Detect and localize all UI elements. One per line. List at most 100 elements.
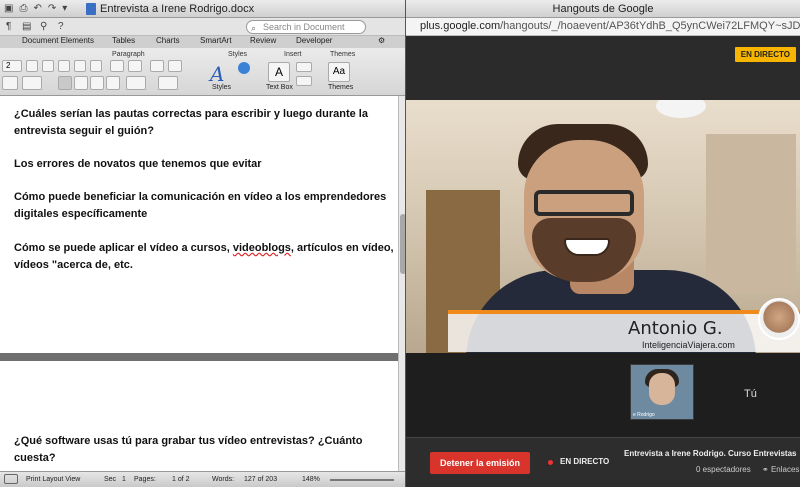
stop-broadcast-button[interactable]: Detener la emisión [430, 452, 530, 474]
tab-review[interactable]: Review [250, 36, 276, 45]
live-dot-icon [548, 460, 553, 465]
decrease-indent-icon[interactable] [74, 60, 86, 72]
search-icon: ⌕ [251, 23, 257, 33]
ribbon: Paragraph Styles Insert Themes 2 A Style… [0, 48, 405, 96]
save-icon[interactable]: ▣ [4, 3, 13, 14]
align-left-icon[interactable] [58, 76, 72, 90]
align-right-icon[interactable] [90, 76, 104, 90]
status-bar: Print Layout View Sec 1 Pages: 1 of 2 Wo… [0, 471, 405, 487]
live-badge: EN DIRECTO [734, 47, 796, 62]
quick-toolbar: ▣ ⎙ ↶ ↷ ▾ [4, 3, 67, 14]
picture-icon[interactable] [296, 76, 312, 86]
hangouts-window-title: Hangouts de Google [406, 0, 800, 18]
self-view-label[interactable]: Tú [744, 388, 757, 400]
tab-smartart[interactable]: SmartArt [200, 36, 232, 45]
ceiling-lamp [656, 100, 706, 118]
paragraph-1: ¿Cuáles serían las pautas correctas para… [14, 108, 368, 137]
links-button[interactable]: ⚭ Enlaces [762, 465, 799, 474]
help-icon[interactable]: ? [58, 21, 64, 32]
tab-tables[interactable]: Tables [112, 36, 135, 45]
paragraph-3: Cómo puede beneficiar la comunicación en… [14, 191, 387, 220]
search-placeholder: Search in Document [263, 22, 345, 32]
themes-button[interactable]: Themes [328, 84, 353, 91]
words-value: 127 of 203 [244, 476, 278, 483]
presenter-name: Antonio G. [628, 318, 723, 339]
paragraph-5: ¿Qué software usas tú para grabar tus ví… [14, 435, 363, 464]
presenter-smile [564, 238, 610, 256]
search-input[interactable]: ⌕ Search in Document [246, 20, 366, 34]
group-insert-label: Insert [284, 51, 302, 58]
word-titlebar: ▣ ⎙ ↶ ↷ ▾ Entrevista a Irene Rodrigo.doc… [0, 0, 405, 18]
tab-developer[interactable]: Developer [296, 36, 332, 45]
section-label: Sec [104, 476, 117, 483]
text-color-icon[interactable] [2, 76, 18, 90]
customize-icon[interactable]: ▾ [62, 3, 67, 14]
zoom-icon[interactable]: ⚲ [40, 21, 47, 32]
highlight-icon[interactable] [22, 76, 42, 90]
paragraph-4: Cómo se puede aplicar el vídeo a cursos,… [14, 240, 398, 274]
pages-value: 1 of 2 [172, 476, 190, 483]
broadcast-bar: Detener la emisión EN DIRECTO Entrevista… [406, 437, 800, 487]
document-page[interactable]: ¿Cuáles serían las pautas correctas para… [0, 96, 398, 353]
view-mode[interactable]: Print Layout View [26, 476, 80, 483]
outline-list-icon[interactable] [58, 60, 70, 72]
live-status: EN DIRECTO [560, 457, 610, 466]
text-box-button[interactable]: Text Box [266, 84, 293, 91]
borders-icon[interactable] [168, 60, 182, 72]
document-page-2[interactable]: ¿Qué software usas tú para grabar tus ví… [0, 361, 398, 471]
url-host: plus.google.com [420, 20, 501, 32]
links-label: Enlaces [770, 465, 800, 474]
paragraph-2: Los errores de novatos que tenemos que e… [14, 158, 262, 170]
increase-indent-icon[interactable] [90, 60, 102, 72]
style-options-icon[interactable] [238, 62, 250, 74]
styles-button[interactable]: Styles [212, 84, 231, 91]
font-size-field[interactable]: 2 [2, 60, 22, 72]
shape-icon[interactable] [296, 62, 312, 72]
zoom-slider[interactable] [330, 479, 394, 481]
zoom-value: 148% [302, 476, 320, 483]
text-box-icon[interactable]: A [268, 62, 290, 82]
bullet-list-icon[interactable] [26, 60, 38, 72]
hangouts-window: Hangouts de Google plus.google.com/hango… [406, 0, 800, 487]
numbered-list-icon[interactable] [42, 60, 54, 72]
section-value: 1 [122, 476, 126, 483]
themes-icon[interactable]: Aa [328, 62, 350, 82]
pages-label: Pages: [134, 476, 156, 483]
tab-charts[interactable]: Charts [156, 36, 180, 45]
sidebar-icon[interactable]: ▤ [22, 21, 31, 32]
group-styles-label: Styles [228, 51, 248, 58]
document-icon [86, 3, 96, 15]
main-video[interactable]: Antonio G. InteligenciaViajera.com [406, 100, 800, 353]
participant-thumbnail[interactable]: e Rodrigo [630, 364, 694, 420]
lower-third [448, 314, 800, 352]
hangout-header: EN DIRECTO [406, 36, 800, 100]
paragraph-4-part-1: Cómo se puede aplicar el vídeo a cursos, [14, 242, 233, 254]
tab-document-elements[interactable]: Document Elements [22, 36, 94, 45]
words-label: Words: [212, 476, 235, 483]
word-window-title: Entrevista a Irene Rodrigo.docx [100, 3, 255, 15]
print-icon[interactable]: ⎙ [19, 3, 27, 14]
sort-icon[interactable] [110, 60, 124, 72]
ribbon-tabs: Document Elements Tables Charts SmartArt… [0, 36, 405, 48]
redo-icon[interactable]: ↷ [48, 3, 56, 14]
misspelled-word[interactable]: videoblogs [233, 242, 291, 254]
presenter-glasses [534, 190, 634, 216]
view-icon[interactable] [4, 474, 18, 484]
vertical-scrollbar[interactable] [398, 96, 405, 471]
presenter-avatar [758, 298, 800, 340]
participants-strip [406, 353, 800, 433]
indent-settings-icon[interactable] [158, 76, 178, 90]
align-center-icon[interactable] [74, 76, 88, 90]
undo-icon[interactable]: ↶ [33, 3, 41, 14]
paragraph-mark-icon[interactable]: ¶ [6, 21, 11, 32]
page-gap [0, 353, 398, 361]
line-spacing-icon[interactable] [150, 60, 164, 72]
pilcrow-toggle-icon[interactable] [128, 60, 142, 72]
justify-icon[interactable] [106, 76, 120, 90]
viewer-count: 0 espectadores [696, 465, 751, 474]
ribbon-options-icon[interactable]: ⚙ [378, 36, 385, 45]
columns-icon[interactable] [126, 76, 146, 90]
styles-icon[interactable]: A [210, 62, 224, 86]
address-bar[interactable]: plus.google.com/hangouts/_/hoaevent/AP36… [406, 18, 800, 36]
background-doorway [706, 134, 796, 294]
